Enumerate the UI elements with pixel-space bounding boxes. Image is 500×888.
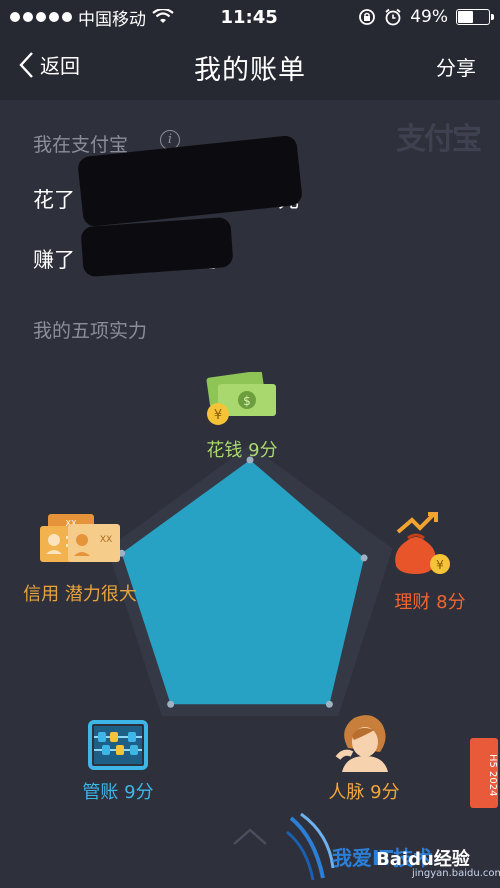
svg-text:$: $: [243, 394, 251, 408]
status-right: 49%: [358, 7, 494, 27]
carrier-name: 中国移动: [78, 9, 146, 30]
side-tag[interactable]: H5 2024: [470, 738, 498, 808]
signal-strength-icon: [10, 12, 72, 22]
battery-percent: 49%: [410, 7, 448, 27]
redaction-mark: [80, 216, 234, 278]
battery-icon: [456, 9, 494, 25]
finance-score: 理财 8分: [394, 592, 466, 613]
share-button[interactable]: 分享: [436, 52, 476, 81]
spent-line: 花了: [33, 184, 75, 214]
watermark-url: jingyan.baidu.com: [412, 868, 500, 879]
carrier-info: 中国移动: [10, 5, 200, 30]
status-time: 11:45: [220, 6, 278, 28]
chevron-up-icon[interactable]: [232, 826, 268, 846]
chevron-left-icon: [19, 51, 33, 78]
svg-text:¥: ¥: [436, 558, 444, 572]
spent-prefix: 花了: [33, 188, 75, 212]
strengths-section-label: 我的五项实力: [33, 320, 148, 342]
bookkeeping-score: 管账 9分: [82, 782, 154, 803]
spending-score: 花钱 9分: [206, 440, 278, 461]
back-button[interactable]: 返回: [18, 50, 80, 79]
svg-text:XX: XX: [100, 535, 112, 545]
navigation-bar: 返回 我的账单 分享: [0, 34, 500, 100]
svg-text:¥: ¥: [214, 408, 222, 423]
radar-point-bookkeeping: [167, 700, 175, 708]
earned-prefix: 赚了: [33, 248, 75, 272]
bill-content: 我在支付宝 i 支付宝 花了 元 赚了 元 我的五项实力 $ ¥ 花钱 9分 ¥…: [0, 100, 500, 888]
status-bar: 中国移动 11:45 49%: [0, 0, 500, 34]
alipay-logo: 支付宝: [396, 122, 482, 157]
network-score: 人脉 9分: [328, 782, 400, 803]
wifi-icon: [152, 9, 174, 23]
battery-level: [458, 11, 473, 23]
person-icon: [335, 715, 388, 772]
money-bag-icon: ¥: [395, 512, 450, 574]
abacus-icon: [88, 720, 148, 770]
radar-point-network: [325, 700, 333, 708]
id-card-icon: XX XX: [40, 514, 120, 562]
watermark-text: 我爱IT技术 Baidu经验: [332, 842, 470, 871]
radar-point-finance: [360, 554, 368, 562]
cash-icon: $ ¥: [206, 372, 276, 425]
credit-score: 信用 潜力很大: [23, 584, 137, 605]
back-label: 返回: [40, 54, 80, 78]
alarm-icon: [385, 8, 401, 26]
watermark-baidu: Baidu经验: [376, 849, 470, 870]
rotation-lock-icon: [359, 9, 376, 25]
earned-line: 赚了: [33, 244, 75, 274]
